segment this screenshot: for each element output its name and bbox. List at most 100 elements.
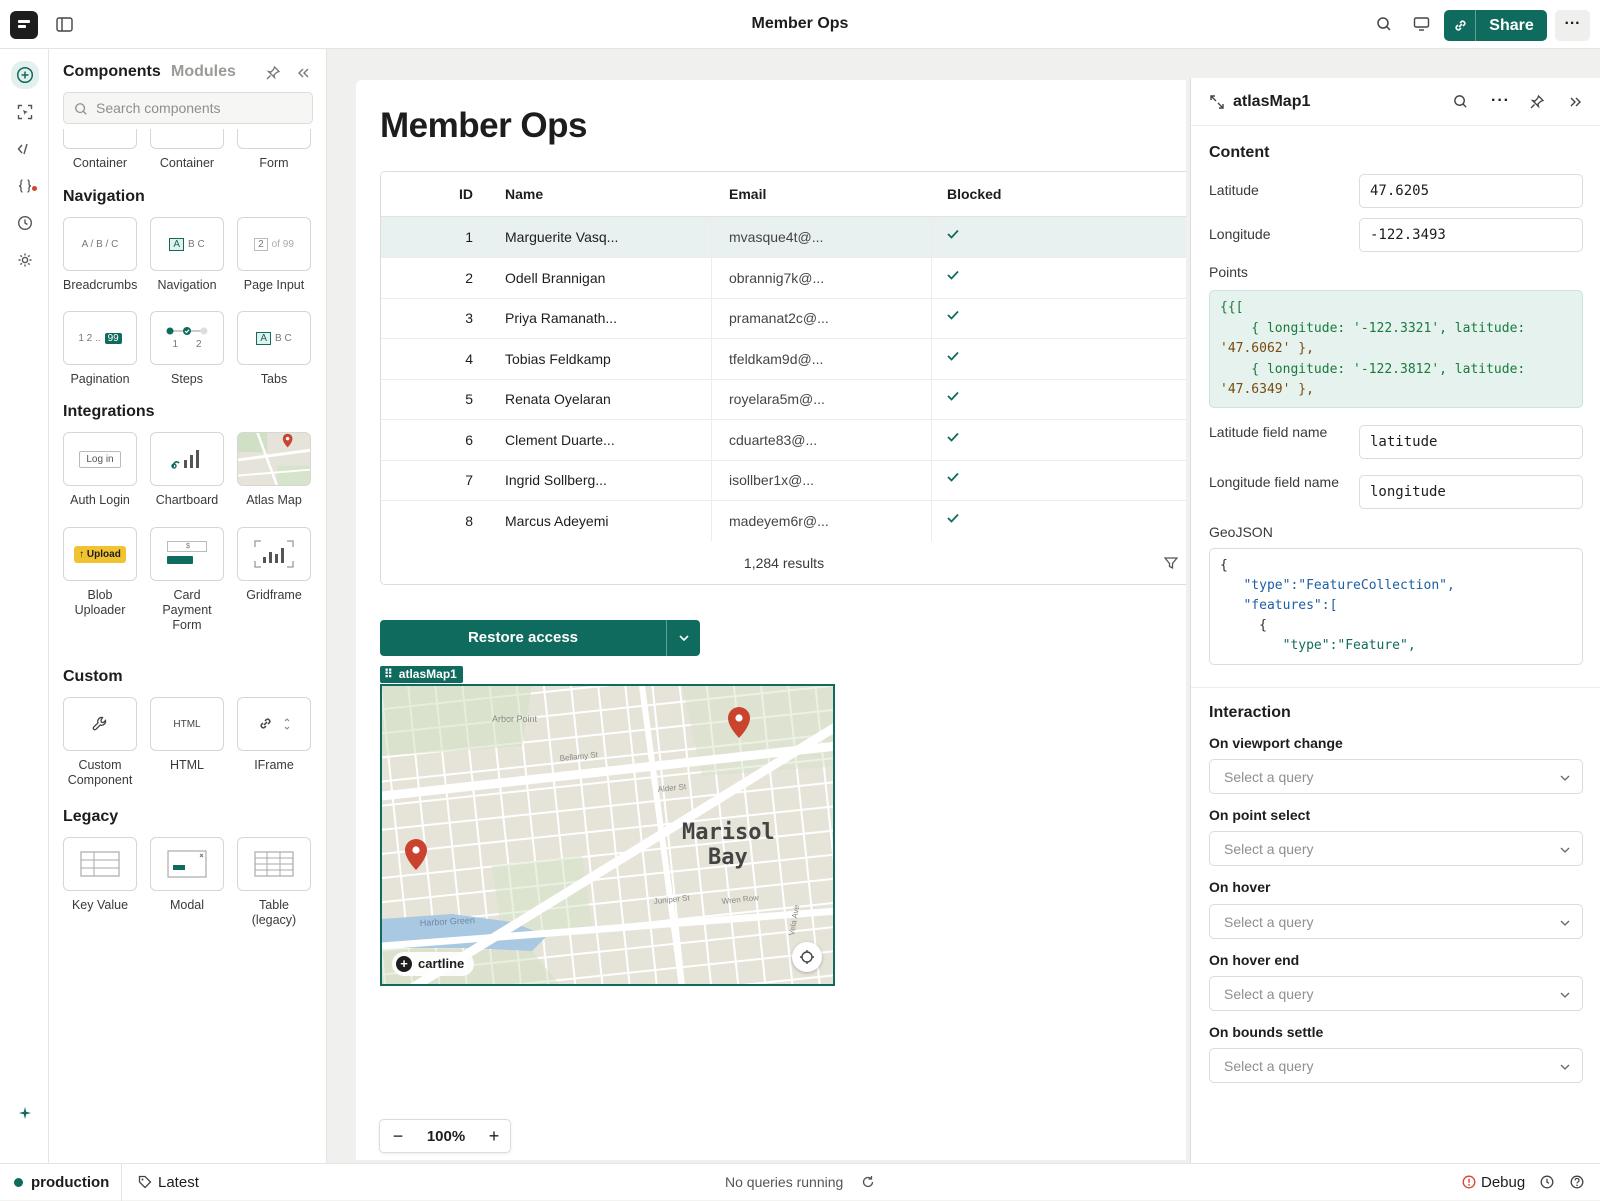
component-tile-container[interactable]: Container	[63, 129, 137, 171]
atlas-map[interactable]: Arbor Point Bellamy St Alder St Marisol …	[380, 684, 835, 986]
copy-link-button[interactable]	[1444, 10, 1476, 41]
latitude-field-input[interactable]: latitude	[1359, 425, 1583, 459]
restore-options-dropdown[interactable]	[666, 620, 700, 656]
points-code-editor[interactable]: {{[ { longitude: '-122.3321', latitude: '…	[1209, 290, 1583, 408]
table-row[interactable]: 5 Renata Oyelaran royelara5m@...	[381, 379, 1186, 420]
drag-handle-icon[interactable]: ⠿	[384, 667, 394, 681]
table-row[interactable]: 3 Priya Ramanath... pramanat2c@...	[381, 298, 1186, 339]
select-icon[interactable]	[13, 100, 37, 124]
table-row[interactable]: 2 Odell Brannigan obrannig7k@...	[381, 257, 1186, 299]
pin-icon[interactable]	[1529, 94, 1545, 110]
check-icon	[947, 270, 959, 280]
cell-name: Renata Oyelaran	[505, 391, 611, 407]
geojson-code-editor[interactable]: { "type":"FeatureCollection", "features"…	[1209, 548, 1583, 665]
latitude-input[interactable]: 47.6205	[1359, 174, 1583, 208]
component-tile-pagination[interactable]: 1 2 .. 99 Pagination	[63, 311, 137, 387]
status-bar: production Latest No queries running Deb…	[0, 1163, 1600, 1201]
component-name[interactable]: atlasMap1	[1233, 93, 1310, 111]
component-tile-form[interactable]: Form	[237, 129, 311, 171]
component-tile-auth-login[interactable]: Log in Auth Login	[63, 432, 137, 508]
cell-name: Priya Ramanath...	[505, 310, 618, 326]
component-search-input[interactable]	[96, 93, 306, 123]
component-tile-navigation[interactable]: A B C Navigation	[150, 217, 224, 293]
expand-icon[interactable]	[1209, 94, 1225, 110]
component-tag-label: atlasMap1	[398, 667, 457, 681]
table-row[interactable]: 1 Marguerite Vasq... mvasque4t@...	[381, 217, 1186, 258]
preview-icon[interactable]	[1413, 16, 1430, 32]
column-header-name[interactable]: Name	[505, 172, 543, 217]
event-select-hover-end[interactable]: Select a query	[1209, 976, 1583, 1011]
restore-access-button[interactable]: Restore access	[380, 620, 666, 656]
component-tile-custom-component[interactable]: Custom Component	[63, 697, 137, 788]
component-tile-tabs[interactable]: A B C Tabs	[237, 311, 311, 387]
zoom-in-button[interactable]: +	[476, 1120, 512, 1152]
history-icon[interactable]	[13, 211, 37, 235]
pin-icon[interactable]	[265, 65, 281, 81]
page-title[interactable]: Member Ops	[380, 106, 588, 146]
upload-glyph: ↑ Upload	[74, 545, 126, 563]
logo-icon[interactable]	[10, 11, 38, 39]
event-select-viewport-change[interactable]: Select a query	[1209, 759, 1583, 794]
component-tile-card-payment-form[interactable]: $ Card Payment Form	[150, 527, 224, 633]
component-tile-container-2[interactable]: Container	[150, 129, 224, 171]
braces-icon[interactable]	[13, 174, 37, 198]
share-button[interactable]: Share	[1476, 10, 1547, 41]
component-tile-gridframe[interactable]: Gridframe	[237, 527, 311, 603]
close-panel-icon[interactable]	[1567, 94, 1583, 110]
event-select-bounds-settle[interactable]: Select a query	[1209, 1048, 1583, 1083]
cell-email: royelara5m@...	[729, 391, 825, 407]
component-tile-chartboard[interactable]: Chartboard	[150, 432, 224, 508]
component-tile-table-legacy[interactable]: Table (legacy)	[237, 837, 311, 928]
refresh-icon[interactable]	[861, 1175, 875, 1189]
zoom-out-button[interactable]: −	[380, 1120, 416, 1152]
table-row[interactable]: 8 Marcus Adeyemi madeyem6r@...	[381, 500, 1186, 542]
column-header-email[interactable]: Email	[729, 172, 766, 217]
column-separator	[931, 298, 932, 339]
table-row[interactable]: 7 Ingrid Sollberg... isollber1x@...	[381, 460, 1186, 501]
debug-button[interactable]: Debug	[1481, 1174, 1525, 1191]
collapse-icon[interactable]	[295, 65, 311, 81]
members-table[interactable]: ID Name Email Blocked 1 Marguerite Vasq..…	[380, 171, 1186, 585]
help-icon[interactable]	[1570, 1175, 1584, 1189]
tab-modules[interactable]: Modules	[171, 63, 236, 81]
component-tile-blob-uploader[interactable]: ↑ Upload Blob Uploader	[63, 527, 137, 618]
select-value: Select a query	[1224, 914, 1314, 930]
component-tag[interactable]: ⠿ atlasMap1	[380, 666, 463, 683]
column-header-id[interactable]: ID	[381, 172, 473, 217]
more-icon[interactable]: ···	[1491, 92, 1510, 110]
tag-icon[interactable]	[138, 1175, 152, 1189]
plus-circle-icon[interactable]	[11, 61, 39, 89]
longitude-input[interactable]: -122.3493	[1359, 218, 1583, 252]
component-tile-breadcrumbs[interactable]: A / B / C Breadcrumbs	[63, 217, 137, 293]
component-tile-modal[interactable]: Modal	[150, 837, 224, 913]
sparkle-icon[interactable]	[13, 1101, 37, 1125]
table-row[interactable]: 6 Clement Duarte... cduarte83@...	[381, 419, 1186, 461]
component-tile-iframe[interactable]: IFrame	[237, 697, 311, 773]
map-canvas[interactable]: Arbor Point Bellamy St Alder St Marisol …	[382, 686, 835, 986]
version-selector[interactable]: Latest	[158, 1174, 199, 1191]
component-tile-html[interactable]: HTML HTML	[150, 697, 224, 773]
component-tile-key-value[interactable]: Key Value	[63, 837, 137, 913]
search-icon[interactable]	[1453, 94, 1468, 109]
more-menu-button[interactable]: ···	[1555, 10, 1590, 41]
component-tile-steps[interactable]: 1 2 Steps	[150, 311, 224, 387]
tile-label: Card Payment Form	[162, 588, 212, 632]
filter-icon[interactable]	[1164, 556, 1178, 570]
code-icon[interactable]	[13, 137, 37, 161]
component-tile-atlas-map[interactable]: Atlas Map	[237, 432, 311, 508]
component-tile-page-input[interactable]: 2 of 99 Page Input	[237, 217, 311, 293]
environment-selector[interactable]: production	[31, 1174, 109, 1191]
tab-components[interactable]: Components	[63, 63, 161, 81]
tabs-glyph: B C	[275, 332, 292, 344]
longitude-field-input[interactable]: longitude	[1359, 475, 1583, 509]
zoom-level[interactable]: 100%	[416, 1120, 476, 1154]
event-select-hover[interactable]: Select a query	[1209, 904, 1583, 939]
panel-toggle-icon[interactable]	[56, 16, 73, 33]
search-icon[interactable]	[1376, 16, 1392, 32]
clock-icon[interactable]	[1540, 1175, 1554, 1189]
event-select-point-select[interactable]: Select a query	[1209, 831, 1583, 866]
table-row[interactable]: 4 Tobias Feldkamp tfeldkam9d@...	[381, 338, 1186, 380]
column-header-blocked[interactable]: Blocked	[947, 172, 1001, 217]
locate-icon[interactable]	[792, 942, 822, 972]
settings-icon[interactable]	[13, 248, 37, 272]
